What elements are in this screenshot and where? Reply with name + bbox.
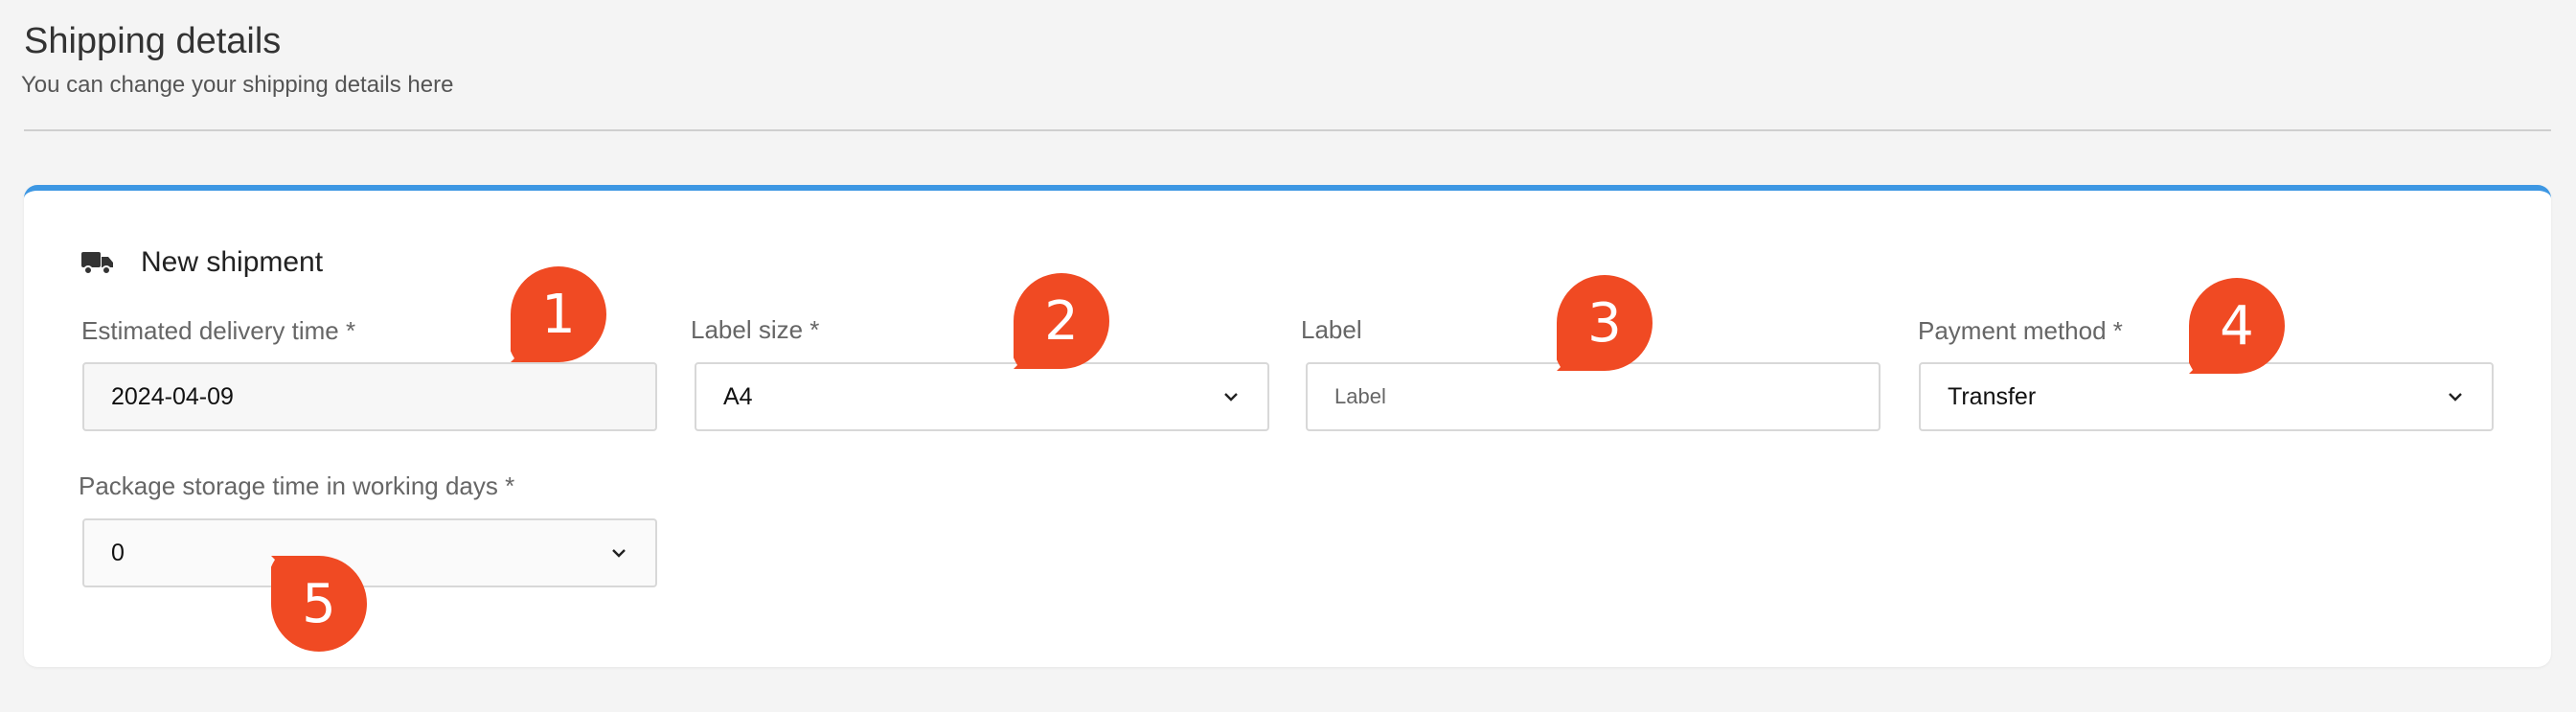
- callout-number: 5: [302, 572, 336, 635]
- label-field-label: Label: [1301, 315, 1362, 344]
- payment-method-value: Transfer: [1948, 382, 2037, 410]
- delivery-time-input[interactable]: 2024-04-09: [82, 362, 657, 431]
- chevron-down-icon: [1224, 393, 1238, 402]
- chevron-down-icon: [2449, 393, 2462, 402]
- page-title: Shipping details: [24, 21, 282, 61]
- storage-time-label: Package storage time in working days *: [79, 471, 515, 500]
- delivery-time-label: Estimated delivery time *: [81, 316, 356, 345]
- callout-number: 1: [541, 283, 576, 346]
- storage-time-select[interactable]: 0: [82, 518, 657, 587]
- callout-marker-1: 1: [507, 266, 606, 362]
- callout-number: 3: [1587, 291, 1622, 355]
- label-placeholder: Label: [1334, 384, 1386, 408]
- card-title: New shipment: [141, 246, 324, 278]
- callout-marker-4: 4: [2185, 278, 2285, 374]
- delivery-time-value: 2024-04-09: [111, 382, 234, 410]
- card-header: New shipment: [81, 246, 323, 279]
- truck-icon: [81, 252, 113, 275]
- label-input[interactable]: Label: [1306, 362, 1881, 431]
- label-size-value: A4: [723, 382, 753, 410]
- callout-marker-3: 3: [1553, 275, 1653, 371]
- shipment-card: New shipment Estimated delivery time * 2…: [24, 185, 2551, 667]
- callout-marker-2: 2: [1010, 273, 1109, 369]
- callout-number: 2: [1044, 289, 1079, 353]
- callout-marker-5: 5: [267, 556, 367, 652]
- chevron-down-icon: [612, 549, 626, 558]
- callout-number: 4: [2220, 294, 2254, 357]
- payment-method-label: Payment method *: [1918, 316, 2123, 345]
- header-divider: [24, 129, 2551, 131]
- page-subtitle: You can change your shipping details her…: [21, 72, 454, 98]
- label-size-label: Label size *: [691, 315, 820, 344]
- label-size-select[interactable]: A4: [695, 362, 1269, 431]
